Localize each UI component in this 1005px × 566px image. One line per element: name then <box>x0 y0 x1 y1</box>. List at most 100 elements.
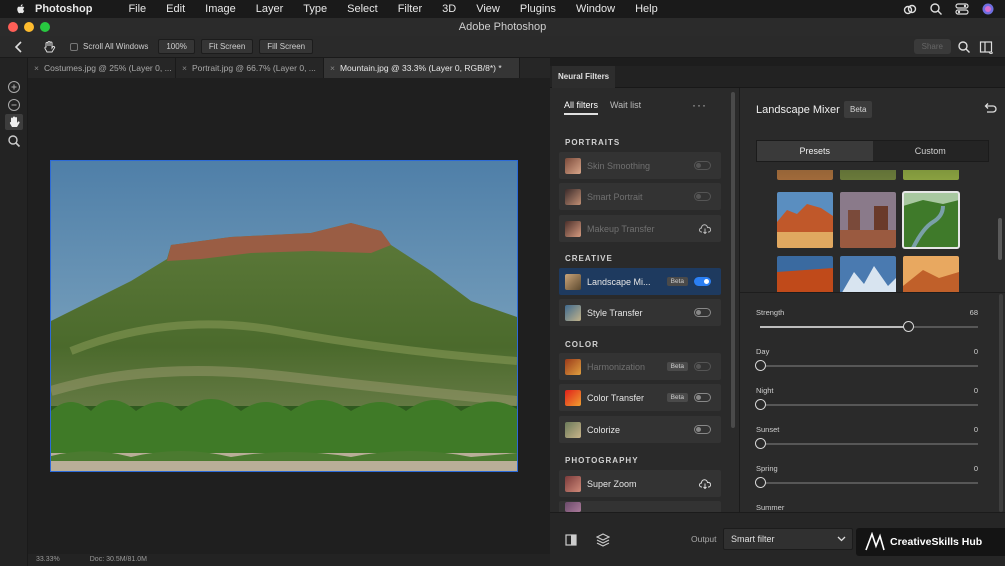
zoom-tool-icon[interactable] <box>7 134 21 148</box>
zoom-out-icon[interactable] <box>7 98 21 112</box>
menu-window[interactable]: Window <box>576 3 615 15</box>
filter-colorize[interactable]: Colorize <box>559 416 721 443</box>
harmonization-toggle[interactable] <box>694 362 711 371</box>
style-transfer-toggle[interactable] <box>694 308 711 317</box>
preset-monument-valley[interactable] <box>840 192 896 248</box>
minimize-window-button[interactable] <box>24 22 34 32</box>
slider-track[interactable] <box>760 365 978 367</box>
zoom-level[interactable]: 33.33% <box>36 554 60 566</box>
preset-red-rocks[interactable] <box>777 256 833 292</box>
cloud-download-icon[interactable] <box>699 223 711 234</box>
close-tab-icon[interactable]: × <box>330 63 335 73</box>
close-tab-icon[interactable]: × <box>182 63 187 73</box>
preview-toggle-icon[interactable] <box>564 533 578 547</box>
tab-wait-list[interactable]: Wait list <box>610 100 641 115</box>
hand-tool-icon[interactable] <box>42 40 56 54</box>
doc-tab-costumes[interactable]: × Costumes.jpg @ 25% (Layer 0, ... <box>28 58 176 78</box>
landscape-mixer-toggle[interactable] <box>694 277 711 286</box>
control-center-icon[interactable] <box>955 2 969 16</box>
zoom-100-button[interactable]: 100% <box>158 39 195 54</box>
slider-knob[interactable] <box>754 399 766 410</box>
slider-value[interactable]: 68 <box>970 308 978 317</box>
slider-knob[interactable] <box>902 321 914 332</box>
close-window-button[interactable] <box>8 22 18 32</box>
siri-icon[interactable] <box>981 2 995 16</box>
preset-thumb[interactable] <box>840 170 896 180</box>
filter-skin-smoothing[interactable]: Skin Smoothing <box>559 152 721 179</box>
filter-smart-portrait[interactable]: Smart Portrait <box>559 183 721 210</box>
skin-smoothing-toggle[interactable] <box>694 161 711 170</box>
preset-desert-canyon[interactable] <box>777 192 833 248</box>
menu-view[interactable]: View <box>476 3 500 15</box>
cloud-download-icon[interactable] <box>699 478 711 489</box>
menu-help[interactable]: Help <box>635 3 658 15</box>
menu-app-name[interactable]: Photoshop <box>35 3 92 15</box>
canvas-area[interactable] <box>28 78 550 554</box>
menu-edit[interactable]: Edit <box>166 3 185 15</box>
preset-thumb[interactable] <box>903 170 959 180</box>
share-button[interactable]: Share <box>913 39 951 54</box>
menu-filter[interactable]: Filter <box>398 3 422 15</box>
slider-track[interactable] <box>760 404 978 406</box>
hand-tool-button[interactable] <box>5 114 23 130</box>
fill-screen-button[interactable]: Fill Screen <box>259 39 314 54</box>
tab-all-filters[interactable]: All filters <box>564 100 599 115</box>
fit-screen-button[interactable]: Fit Screen <box>200 39 254 54</box>
menu-type[interactable]: Type <box>303 3 327 15</box>
slider-value[interactable]: 0 <box>974 347 978 356</box>
preset-thumb[interactable] <box>777 170 833 180</box>
preset-green-river[interactable] <box>902 191 960 249</box>
slider-summer[interactable]: Summer <box>756 503 978 512</box>
menu-file[interactable]: File <box>128 3 146 15</box>
output-select[interactable]: Smart filter <box>723 528 853 550</box>
close-tab-icon[interactable]: × <box>34 63 39 73</box>
slider-knob[interactable] <box>754 360 766 371</box>
doc-size[interactable]: Doc: 30.5M/81.0M <box>90 554 147 566</box>
filter-makeup-transfer[interactable]: Makeup Transfer <box>559 215 721 242</box>
slider-knob[interactable] <box>754 477 766 488</box>
doc-tab-portrait[interactable]: × Portrait.jpg @ 66.7% (Layer 0, ... <box>176 58 324 78</box>
more-options-icon[interactable]: ··· <box>692 98 707 112</box>
slider-value[interactable]: 0 <box>974 386 978 395</box>
neural-filters-panel-tab[interactable]: Neural Filters <box>552 66 616 88</box>
doc-tab-mountain[interactable]: × Mountain.jpg @ 33.3% (Layer 0, RGB/8*) … <box>324 58 520 78</box>
search-icon[interactable] <box>957 40 971 54</box>
menu-layer[interactable]: Layer <box>256 3 284 15</box>
slider-track[interactable] <box>760 443 978 445</box>
slider-track[interactable] <box>760 482 978 484</box>
menu-image[interactable]: Image <box>205 3 236 15</box>
workspace-icon[interactable] <box>979 40 993 54</box>
slider-value[interactable]: 0 <box>974 464 978 473</box>
preset-scrollbar[interactable] <box>998 218 1002 260</box>
slider-value[interactable]: 0 <box>974 425 978 434</box>
search-icon[interactable] <box>929 2 943 16</box>
menu-3d[interactable]: 3D <box>442 3 456 15</box>
preset-snowy-peaks[interactable] <box>840 256 896 292</box>
zoom-window-button[interactable] <box>40 22 50 32</box>
filter-landscape-mixer[interactable]: Landscape Mi... Beta <box>559 268 721 295</box>
mountain-image[interactable] <box>50 160 518 472</box>
colorize-toggle[interactable] <box>694 425 711 434</box>
menu-plugins[interactable]: Plugins <box>520 3 556 15</box>
back-arrow-icon[interactable] <box>14 40 24 53</box>
filter-partial[interactable] <box>559 501 721 512</box>
color-transfer-toggle[interactable] <box>694 393 711 402</box>
smart-portrait-toggle[interactable] <box>694 192 711 201</box>
zoom-in-icon[interactable] <box>7 80 21 94</box>
tab-custom[interactable]: Custom <box>873 141 989 161</box>
filter-style-transfer[interactable]: Style Transfer <box>559 299 721 326</box>
reset-icon[interactable] <box>983 102 997 114</box>
filter-list-scrollbar[interactable] <box>731 92 735 428</box>
filter-color-transfer[interactable]: Color Transfer Beta <box>559 384 721 411</box>
filter-harmonization[interactable]: Harmonization Beta <box>559 353 721 380</box>
preset-sunset-cliffs[interactable] <box>903 256 959 292</box>
settings-scrollbar[interactable] <box>999 294 1003 512</box>
creative-cloud-icon[interactable] <box>903 2 917 16</box>
filter-super-zoom[interactable]: Super Zoom <box>559 470 721 497</box>
slider-knob[interactable] <box>754 438 766 449</box>
menu-select[interactable]: Select <box>347 3 378 15</box>
apple-icon[interactable] <box>13 3 29 15</box>
layers-icon[interactable] <box>596 533 610 547</box>
tab-presets[interactable]: Presets <box>757 141 873 161</box>
scroll-all-windows-checkbox[interactable]: Scroll All Windows <box>70 42 148 51</box>
